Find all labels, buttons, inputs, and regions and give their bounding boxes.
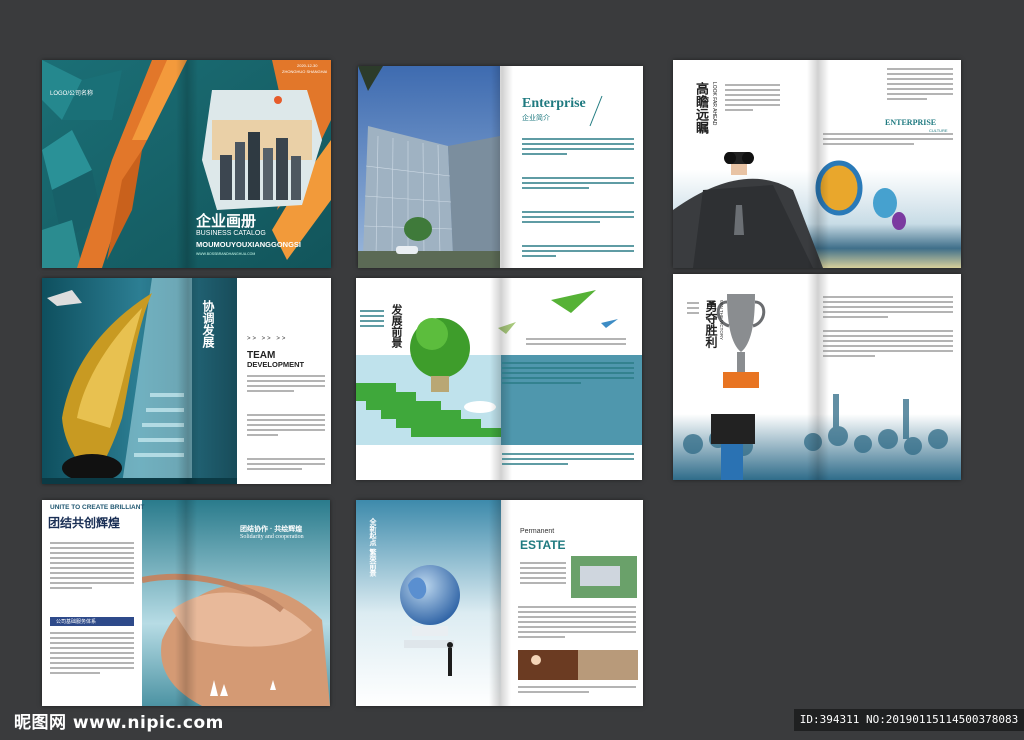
far-ahead-left-text [725,84,780,114]
coordinate-dev-vertical-title: 协调发展 [201,300,215,348]
estate-text-3 [518,686,636,696]
prospect-middle-text [502,362,634,387]
unite-list-text [50,632,134,677]
cover-title: 企业画册 [196,212,257,230]
cover-date: 2020-12-30 [297,63,318,68]
enterprise-body-text [522,138,634,260]
development-prospect-spread: 发展前景 [356,278,642,480]
catalog-cover-spread: LOGO/公司名称 2020-12-30 ZHONGHUO SHANGHAI 企… [42,60,331,268]
office-building-photo [358,66,500,268]
prospect-bottom-text [502,453,634,468]
far-ahead-vertical-title: 高瞻远瞩 [693,82,708,134]
cover-small-text: WWW.BOSSBRANDHANGHUA.COM [196,252,256,256]
team-body-text [247,375,325,473]
look-far-ahead-spread: 高瞻远瞩 LOOK FAR AHEAD ENTERPRISE CULTURE [673,60,961,268]
unite-right-subtitle: Solidarity and cooperation [240,534,304,540]
cover-subtitle: MOUMOUYOUXIANGGONGSI [196,240,302,249]
estate-text-2 [518,606,636,641]
cover-logo: LOGO/公司名称 [50,91,94,97]
team-development-spread: 协调发展 >> >> >> TEAM DEVELOPMENT [42,278,331,484]
unite-body-text [50,542,134,592]
win-victory-spread: 勇夺胜利 WIN THE VICTORY [673,274,961,480]
enterprise-culture-text [823,133,953,148]
nipic-watermark: 昵图网 www.nipic.com [14,713,224,733]
unite-brilliant-spread: UNITE TO CREATE BRILLIANT 团结共创辉煌 公司基础服务体… [42,500,330,706]
unite-heading-cn: 团结共创辉煌 [48,516,121,530]
unite-right-title: 团结协作 · 共绘辉煌 [240,526,303,533]
estate-permanent-label: Permanent [520,528,555,535]
image-id-label: ID:394311 NO:20190115114500378083 [794,709,1024,731]
divider-slash [589,95,603,127]
prospect-top-right-text [526,338,626,348]
enterprise-culture-title: ENTERPRISE [885,118,937,127]
victory-left-text [687,302,699,317]
victory-vertical-title: 勇夺胜利 [704,300,718,348]
victory-right-text-1 [823,296,953,321]
estate-vertical-title: 全新起点 繁荣前景 [369,518,377,577]
enterprise-intro-spread: Enterprise 企业简介 [358,66,643,268]
cover-place: ZHONGHUO SHANGHAI [282,69,328,74]
prospect-left-text [360,310,384,330]
unite-heading-en: UNITE TO CREATE BRILLIANT [50,504,145,511]
victory-right-text-2 [823,330,953,360]
enterprise-title: Enterprise [522,96,586,111]
permanent-estate-spread: 全新起点 繁荣前景 Permanent ESTATE [356,500,643,706]
estate-title: ESTATE [520,538,566,552]
far-ahead-right-top-text [887,68,953,103]
prospect-vertical-title: 发展前景 [390,304,403,348]
enterprise-subtitle-cn: 企业简介 [522,115,550,122]
team-arrows: >> >> >> [247,336,288,342]
far-ahead-vertical-en: LOOK FAR AHEAD [711,82,717,126]
estate-text-1 [520,562,566,587]
victory-vertical-en: WIN THE VICTORY [719,300,724,341]
cover-title-en: BUSINESS CATALOG [196,230,266,237]
unite-service-box-label: 公司基础服务体系 [56,619,97,625]
team-subtitle: DEVELOPMENT [247,360,305,369]
